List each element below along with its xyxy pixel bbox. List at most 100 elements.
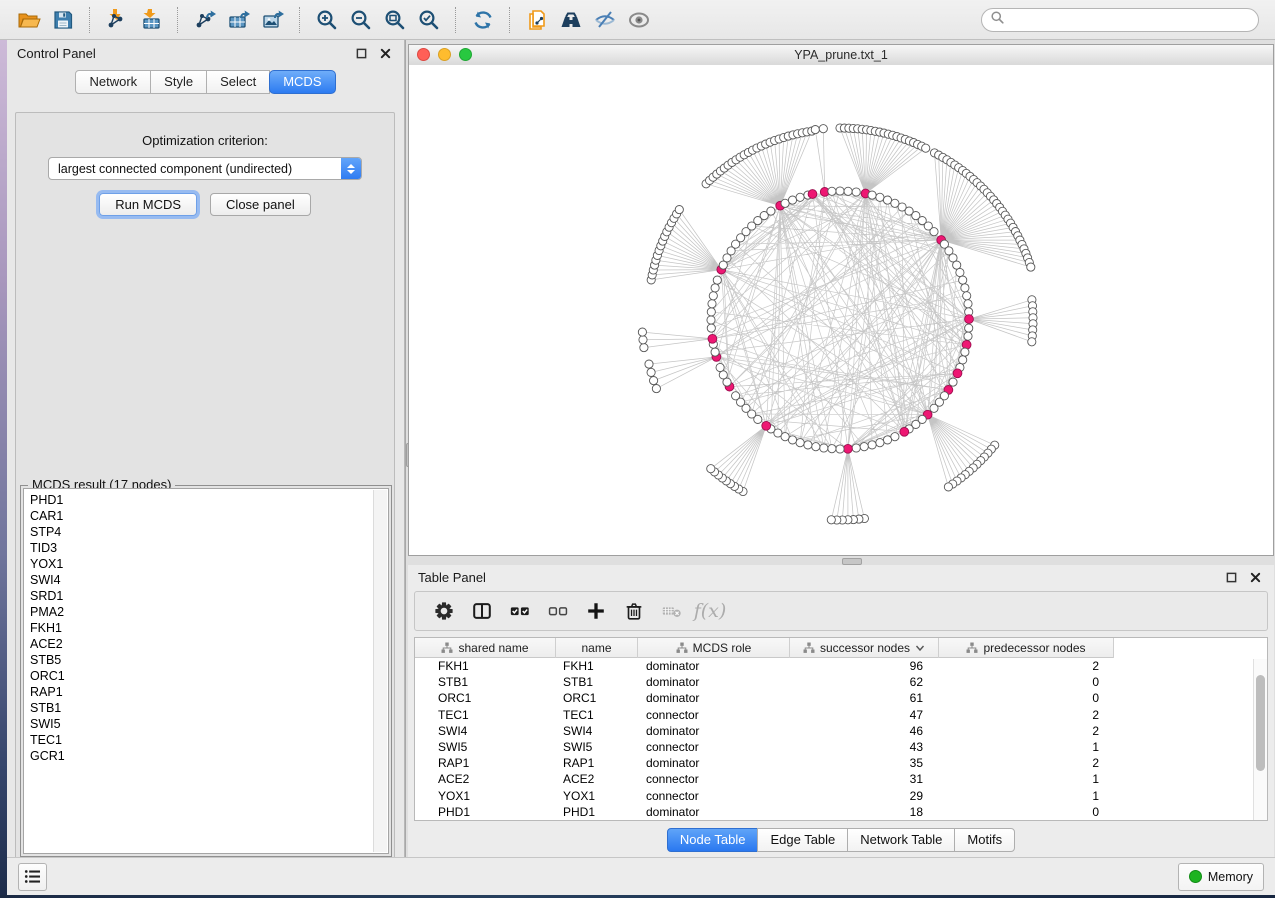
close-window-button[interactable]	[417, 48, 430, 61]
cell-successor-nodes: 29	[790, 789, 939, 803]
mcds-result-item[interactable]: CAR1	[30, 508, 388, 524]
column-header-name[interactable]: name	[556, 638, 638, 658]
columns-icon[interactable]	[463, 596, 501, 626]
table-row[interactable]: PHD1PHD1dominator180	[415, 804, 1267, 820]
zoom-fit-icon[interactable]	[378, 6, 412, 34]
tab-style[interactable]: Style	[150, 70, 207, 94]
mcds-result-item[interactable]: ORC1	[30, 668, 388, 684]
cell-MCDS-role: dominator	[638, 691, 790, 705]
tab-motifs[interactable]: Motifs	[954, 828, 1015, 852]
column-header-shared-name[interactable]: shared name	[415, 638, 556, 658]
tab-edge-table[interactable]: Edge Table	[757, 828, 848, 852]
close-panel-button[interactable]: Close panel	[210, 193, 311, 216]
mcds-result-list[interactable]: PHD1CAR1STP4TID3YOX1SWI4SRD1PMA2FKH1ACE2…	[23, 488, 389, 854]
zoom-out-icon[interactable]	[344, 6, 378, 34]
float-panel-icon[interactable]	[352, 44, 370, 62]
tab-network-table[interactable]: Network Table	[847, 828, 955, 852]
mcds-result-item[interactable]: STB1	[30, 700, 388, 716]
horizontal-splitter[interactable]	[406, 556, 1275, 565]
optimization-criterion-label: Optimization criterion:	[16, 133, 394, 148]
table-row[interactable]: ORC1ORC1dominator610	[415, 690, 1267, 706]
node-table: shared namenameMCDS rolesuccessor nodesp…	[414, 637, 1268, 821]
first-neighbors-icon[interactable]	[554, 6, 588, 34]
select-all-icon[interactable]	[501, 596, 539, 626]
close-table-panel-icon[interactable]	[1246, 568, 1264, 586]
new-network-from-selection-icon[interactable]	[520, 6, 554, 34]
mcds-result-item[interactable]: TEC1	[30, 732, 388, 748]
control-panel-title: Control Panel	[17, 46, 96, 61]
mcds-result-item[interactable]: FKH1	[30, 620, 388, 636]
network-graph[interactable]	[409, 65, 1273, 555]
mcds-result-item[interactable]: YOX1	[30, 556, 388, 572]
table-row[interactable]: YOX1YOX1connector291	[415, 788, 1267, 804]
export-network-icon[interactable]	[188, 6, 222, 34]
cell-successor-nodes: 47	[790, 708, 939, 722]
column-header-predecessor-nodes[interactable]: predecessor nodes	[939, 638, 1114, 658]
mcds-result-item[interactable]: SWI4	[30, 572, 388, 588]
tab-mcds[interactable]: MCDS	[269, 70, 335, 94]
import-network-icon[interactable]	[100, 6, 134, 34]
table-row[interactable]: TEC1TEC1connector472	[415, 707, 1267, 723]
run-mcds-button[interactable]: Run MCDS	[99, 193, 197, 216]
delete-row-icon[interactable]	[615, 596, 653, 626]
memory-button[interactable]: Memory	[1178, 863, 1264, 891]
mcds-result-item[interactable]: STB5	[30, 652, 388, 668]
refresh-icon[interactable]	[466, 6, 500, 34]
table-row[interactable]: SWI4SWI4dominator462	[415, 723, 1267, 739]
mcds-result-item[interactable]: PHD1	[30, 492, 388, 508]
show-all-icon[interactable]	[622, 6, 656, 34]
mcds-result-item[interactable]: STP4	[30, 524, 388, 540]
task-history-button[interactable]	[18, 863, 47, 891]
cell-successor-nodes: 43	[790, 740, 939, 754]
cell-successor-nodes: 35	[790, 756, 939, 770]
table-row[interactable]: FKH1FKH1dominator962	[415, 658, 1267, 674]
tab-select[interactable]: Select	[206, 70, 270, 94]
float-table-panel-icon[interactable]	[1222, 568, 1240, 586]
mcds-result-item[interactable]: PMA2	[30, 604, 388, 620]
horizontal-splitter-handle[interactable]	[842, 558, 862, 565]
save-icon[interactable]	[46, 6, 80, 34]
zoom-window-button[interactable]	[459, 48, 472, 61]
table-row[interactable]: SWI5SWI5connector431	[415, 739, 1267, 755]
main-toolbar	[0, 0, 1275, 40]
cell-MCDS-role: connector	[638, 789, 790, 803]
gear-icon[interactable]	[425, 596, 463, 626]
export-table-icon[interactable]	[222, 6, 256, 34]
deselect-all-icon[interactable]	[539, 596, 577, 626]
close-panel-icon[interactable]	[376, 44, 394, 62]
export-image-icon[interactable]	[256, 6, 290, 34]
cell-MCDS-role: connector	[638, 772, 790, 786]
mcds-result-item[interactable]: RAP1	[30, 684, 388, 700]
cell-predecessor-nodes: 1	[939, 789, 1114, 803]
cell-name: YOX1	[556, 789, 638, 803]
search-input[interactable]	[1005, 12, 1250, 28]
add-row-icon[interactable]	[577, 596, 615, 626]
search-icon	[990, 10, 1005, 30]
optimization-criterion-select[interactable]: largest connected component (undirected)	[48, 157, 362, 180]
mcds-list-scrollbar[interactable]	[373, 490, 387, 852]
mcds-result-item[interactable]: ACE2	[30, 636, 388, 652]
zoom-selected-icon[interactable]	[412, 6, 446, 34]
cell-name: ACE2	[556, 772, 638, 786]
open-folder-icon[interactable]	[12, 6, 46, 34]
hide-selection-icon[interactable]	[588, 6, 622, 34]
mcds-result-item[interactable]: GCR1	[30, 748, 388, 764]
table-row[interactable]: STB1STB1dominator620	[415, 674, 1267, 690]
minimize-window-button[interactable]	[438, 48, 451, 61]
mcds-result-item[interactable]: TID3	[30, 540, 388, 556]
import-table-icon[interactable]	[134, 6, 168, 34]
search-box[interactable]	[981, 8, 1259, 32]
column-header-successor-nodes[interactable]: successor nodes	[790, 638, 939, 658]
mcds-result-item[interactable]: SWI5	[30, 716, 388, 732]
window-traffic-lights	[417, 48, 472, 61]
table-scrollbar-thumb[interactable]	[1256, 675, 1265, 771]
table-row[interactable]: RAP1RAP1dominator352	[415, 755, 1267, 771]
tab-node-table[interactable]: Node Table	[667, 828, 759, 852]
table-row[interactable]: ACE2ACE2connector311	[415, 771, 1267, 787]
zoom-in-icon[interactable]	[310, 6, 344, 34]
mcds-result-item[interactable]: SRD1	[30, 588, 388, 604]
sort-desc-icon	[915, 644, 925, 652]
table-scrollbar[interactable]	[1253, 659, 1267, 820]
tab-network[interactable]: Network	[75, 70, 151, 94]
column-header-MCDS-role[interactable]: MCDS role	[638, 638, 790, 658]
